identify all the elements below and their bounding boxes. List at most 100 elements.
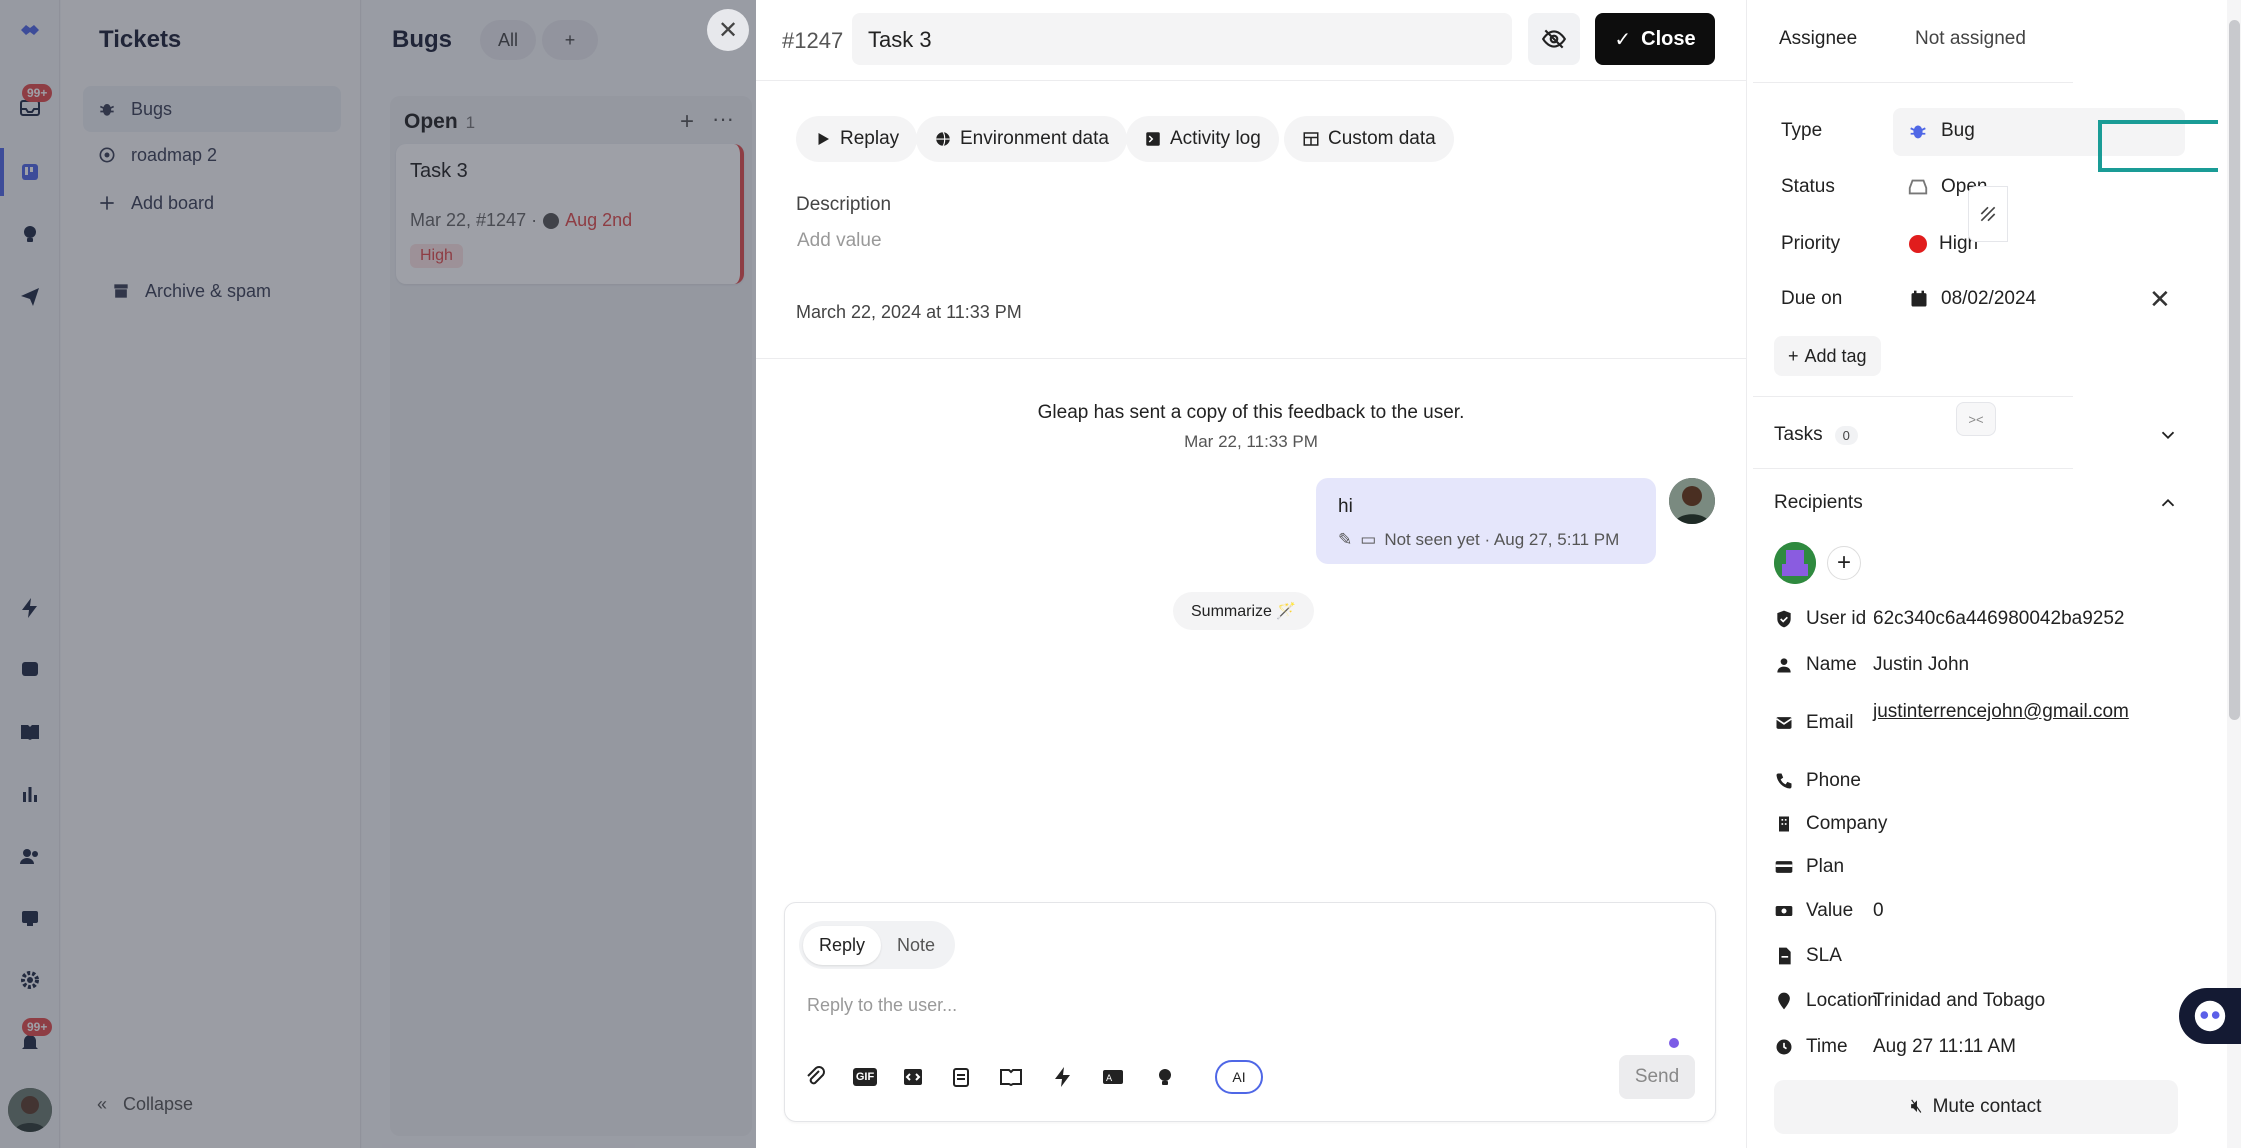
system-message-time: Mar 22, 11:33 PM (1184, 432, 1318, 451)
paperclip-icon[interactable] (799, 1061, 831, 1093)
plus-icon: + (1788, 345, 1799, 366)
field-value: Aug 27 11:11 AM (1873, 1036, 2016, 1057)
priority-dot-icon (1909, 235, 1927, 253)
field-name: Name (1774, 654, 1857, 676)
reply-input[interactable]: Reply to the user... (807, 995, 957, 1016)
field-label: Email (1806, 712, 1854, 733)
gif-icon[interactable]: GIF (849, 1061, 881, 1093)
priority-label: Priority (1781, 233, 1841, 254)
expand-collapse-icon[interactable]: >< (1956, 402, 1996, 436)
shield-check-icon (1777, 610, 1791, 628)
add-recipient-button[interactable]: + (1827, 546, 1861, 580)
description-input[interactable]: Add value (797, 230, 882, 252)
recipients-section-toggle[interactable]: Recipients (1774, 492, 1863, 514)
ticket-number: #1247 (782, 28, 844, 53)
assignee-label: Assignee (1779, 28, 1858, 49)
reply-composer: Reply Note Reply to the user... GIF A AI… (784, 902, 1716, 1122)
message-text: hi (1338, 496, 1353, 517)
chatbot-launcher[interactable] (2179, 988, 2241, 1044)
field-time: Time (1774, 1036, 1848, 1058)
tab-environment-data[interactable]: Environment data (916, 116, 1127, 162)
field-label: Value (1806, 900, 1854, 921)
typing-indicator-dot (1669, 1038, 1679, 1048)
field-label: Company (1806, 813, 1888, 834)
add-tag-button[interactable]: + Add tag (1774, 336, 1881, 376)
system-message: Gleap has sent a copy of this feedback t… (1037, 402, 1465, 423)
robot-icon (2194, 1000, 2226, 1032)
recipients-label: Recipients (1774, 492, 1863, 513)
clear-due-date-icon[interactable]: ✕ (2149, 284, 2171, 315)
description-label: Description (796, 194, 892, 215)
field-label: Plan (1806, 856, 1845, 877)
due-date-picker[interactable]: 08/02/2024 (1909, 288, 2036, 310)
inbox-tray-icon (1908, 179, 1928, 195)
tab-custom-data[interactable]: Custom data (1284, 116, 1454, 162)
credit-card-icon (1775, 861, 1793, 873)
side-panel-toggle[interactable] (1968, 186, 2008, 242)
created-timestamp: March 22, 2024 at 11:33 PM (796, 302, 1022, 322)
sidebar-scroll-thumb[interactable] (2229, 20, 2240, 720)
field-phone: Phone (1774, 770, 1861, 792)
type-label: Type (1781, 120, 1823, 141)
bug-icon (1910, 125, 1926, 139)
check-icon: ✓ (1614, 28, 1632, 51)
due-value: 08/02/2024 (1941, 288, 2037, 309)
gif-label: GIF (852, 1068, 878, 1086)
tab-activity-log[interactable]: Activity log (1126, 116, 1279, 162)
file-icon (1779, 947, 1791, 965)
building-icon (1779, 816, 1789, 832)
modal-backdrop[interactable] (0, 0, 756, 1148)
clock-icon (1776, 1039, 1792, 1055)
highlight-frame (2098, 120, 2218, 172)
ai-assist-button[interactable]: AI (1215, 1060, 1263, 1094)
table-icon (1303, 132, 1319, 146)
ticket-modal: #1247 Task 3 ✓ Close Replay Environment … (756, 0, 2241, 1148)
ticket-title-input[interactable]: Task 3 (852, 13, 1512, 65)
book-open-icon[interactable] (995, 1061, 1027, 1093)
translate-icon[interactable]: A (1097, 1061, 1129, 1093)
tasks-count: 0 (1834, 425, 1858, 445)
field-value: Justin John (1873, 654, 1970, 675)
tab-label: Activity log (1170, 128, 1261, 149)
chevron-down-icon[interactable] (2157, 424, 2179, 446)
clipboard-icon[interactable] (945, 1061, 977, 1093)
code-icon[interactable] (897, 1061, 929, 1093)
visibility-toggle-button[interactable] (1528, 13, 1580, 65)
send-button[interactable]: Send (1619, 1055, 1695, 1099)
calendar-icon (1911, 290, 1927, 307)
due-label: Due on (1781, 288, 1843, 309)
terminal-icon (1146, 132, 1160, 146)
mute-label: Mute contact (1932, 1096, 2042, 1117)
add-tag-label: Add tag (1804, 345, 1867, 366)
mute-contact-button[interactable]: 🔇︎ Mute contact (1774, 1080, 2178, 1134)
type-select[interactable]: Bug (1907, 120, 1975, 142)
mail-icon (1776, 717, 1792, 729)
divider (1753, 468, 2073, 469)
close-ticket-button[interactable]: ✓ Close (1595, 13, 1715, 65)
svg-text:A: A (1106, 1074, 1113, 1084)
summarize-button[interactable]: Summarize 🪄 (1173, 592, 1315, 630)
tab-replay[interactable]: Replay (796, 116, 918, 162)
eye-off-icon (1541, 29, 1567, 49)
field-value: 62c340c6a446980042ba9252 (1873, 608, 2125, 629)
field-email: Email (1774, 712, 1854, 734)
email-link[interactable]: justinterrencejohn@gmail.com (1873, 699, 2133, 724)
close-icon[interactable]: ✕ (707, 9, 749, 51)
divider (1753, 82, 2073, 83)
tab-label: Environment data (960, 128, 1109, 149)
field-company: Company (1774, 813, 1887, 835)
message-bubble[interactable]: hi ✎ ▭ Not seen yet · Aug 27, 5:11 PM (1316, 478, 1656, 564)
lightbulb-icon[interactable] (1149, 1061, 1181, 1093)
field-label: Name (1806, 654, 1857, 675)
mode-reply-tab[interactable]: Reply (803, 925, 882, 965)
bolt-icon[interactable] (1047, 1061, 1079, 1093)
recipient-avatar[interactable] (1774, 542, 1816, 584)
assignee-select[interactable]: Not assigned (1915, 28, 2026, 50)
mode-note-tab[interactable]: Note (881, 926, 951, 965)
tasks-section-toggle[interactable]: Tasks 0 (1774, 424, 1858, 446)
chevron-up-icon[interactable] (2157, 492, 2179, 514)
tab-label: Replay (840, 128, 900, 149)
divider (1753, 396, 2073, 397)
field-label: User id (1806, 608, 1867, 629)
field-label: Phone (1806, 770, 1861, 791)
